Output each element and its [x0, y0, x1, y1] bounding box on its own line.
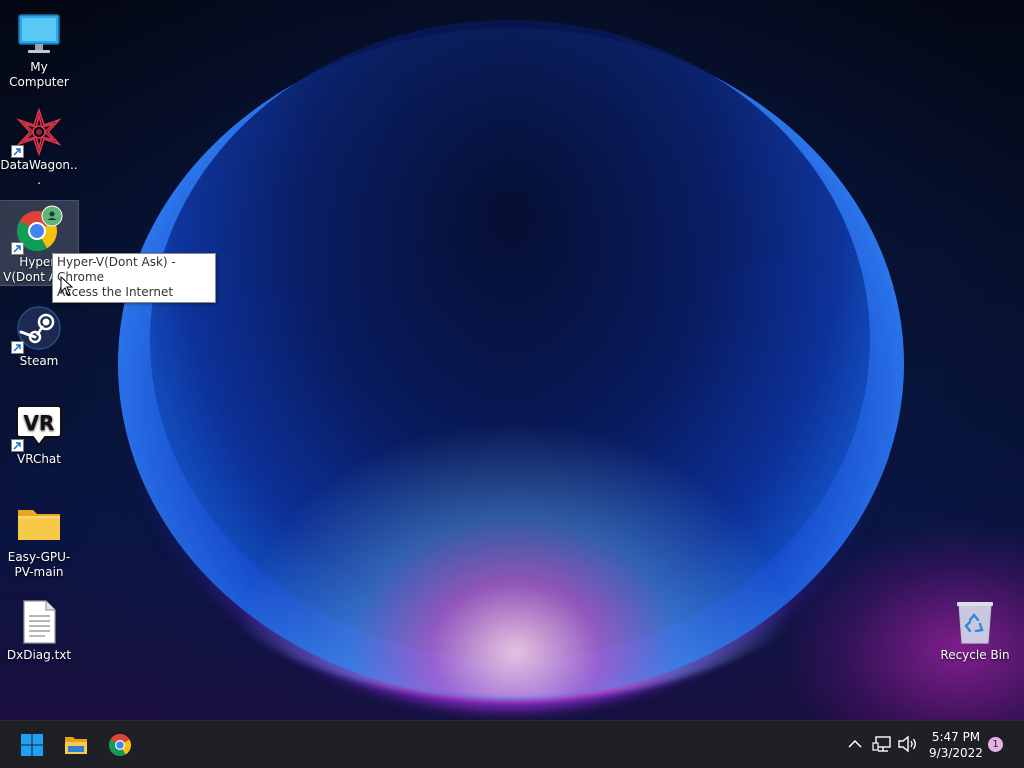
desktop-icon-label: My Computer: [9, 60, 69, 89]
file-explorer-button[interactable]: [56, 725, 96, 765]
vrchat-icon: VR: [11, 402, 63, 452]
desktop[interactable]: My Computer DataWagon... Hyper-V(Dont St…: [0, 0, 1024, 720]
clock-time: 5:47 PM: [931, 730, 981, 744]
monitor-icon: [15, 10, 63, 58]
notification-badge[interactable]: 1: [988, 737, 1003, 752]
desktop-icon-recycle-bin[interactable]: Recycle Bin: [936, 594, 1014, 663]
show-hidden-icons-button[interactable]: [844, 733, 866, 755]
desktop-icon-label: Recycle Bin: [940, 648, 1010, 662]
desktop-icon-my-computer[interactable]: My Computer: [0, 6, 78, 90]
text-file-icon: [15, 598, 63, 646]
shortcut-arrow-icon: [11, 242, 24, 255]
chrome-icon: [109, 734, 131, 756]
volume-button[interactable]: [896, 733, 918, 755]
desktop-icon-label: Easy-GPU-PV-main: [7, 550, 71, 579]
desktop-icon-easy-gpu-pv[interactable]: Easy-GPU-PV-main: [0, 496, 78, 580]
taskbar: 5:47 PM 9/3/2022 1: [0, 720, 1024, 768]
desktop-icon-label: VRChat: [17, 452, 61, 466]
shortcut-arrow-icon: [11, 145, 24, 158]
chrome-profile-icon: [11, 205, 63, 255]
speaker-icon: [898, 735, 916, 753]
desktop-icon-vrchat[interactable]: VR VRChat: [0, 398, 78, 467]
mouse-cursor-icon: [60, 276, 74, 296]
desktop-icon-steam[interactable]: Steam: [0, 300, 78, 369]
network-icon: [872, 736, 891, 752]
tooltip-description: Access the Internet: [57, 285, 174, 299]
start-button[interactable]: [12, 725, 52, 765]
shortcut-arrow-icon: [11, 439, 24, 452]
clock[interactable]: 5:47 PM 9/3/2022: [922, 729, 990, 761]
folder-icon: [15, 500, 63, 548]
clock-date: 9/3/2022: [929, 746, 983, 760]
shortcut-arrow-icon: [11, 341, 24, 354]
chrome-taskbar-button[interactable]: [100, 725, 140, 765]
wallpaper-bloom-rim: [185, 380, 845, 700]
chevron-up-icon: [848, 739, 862, 748]
desktop-icon-dxdiag[interactable]: DxDiag.txt: [0, 594, 78, 663]
vrchat-icon-text: VR: [24, 411, 55, 435]
desktop-icon-label: DxDiag.txt: [6, 648, 72, 662]
recycle-bin-icon: [951, 598, 999, 646]
datawagon-logo-icon: [11, 107, 63, 158]
desktop-icon-datawagon[interactable]: DataWagon...: [0, 104, 78, 188]
desktop-icon-label: DataWagon...: [0, 158, 78, 187]
steam-icon: [11, 304, 63, 354]
windows-start-icon: [21, 734, 43, 756]
network-button[interactable]: [872, 733, 894, 755]
tooltip-title: Hyper-V(Dont Ask) - Chrome: [57, 255, 176, 284]
icon-tooltip: Hyper-V(Dont Ask) - Chrome Access the In…: [52, 253, 216, 303]
desktop-icon-label: Steam: [19, 354, 59, 368]
file-explorer-icon: [65, 737, 87, 754]
